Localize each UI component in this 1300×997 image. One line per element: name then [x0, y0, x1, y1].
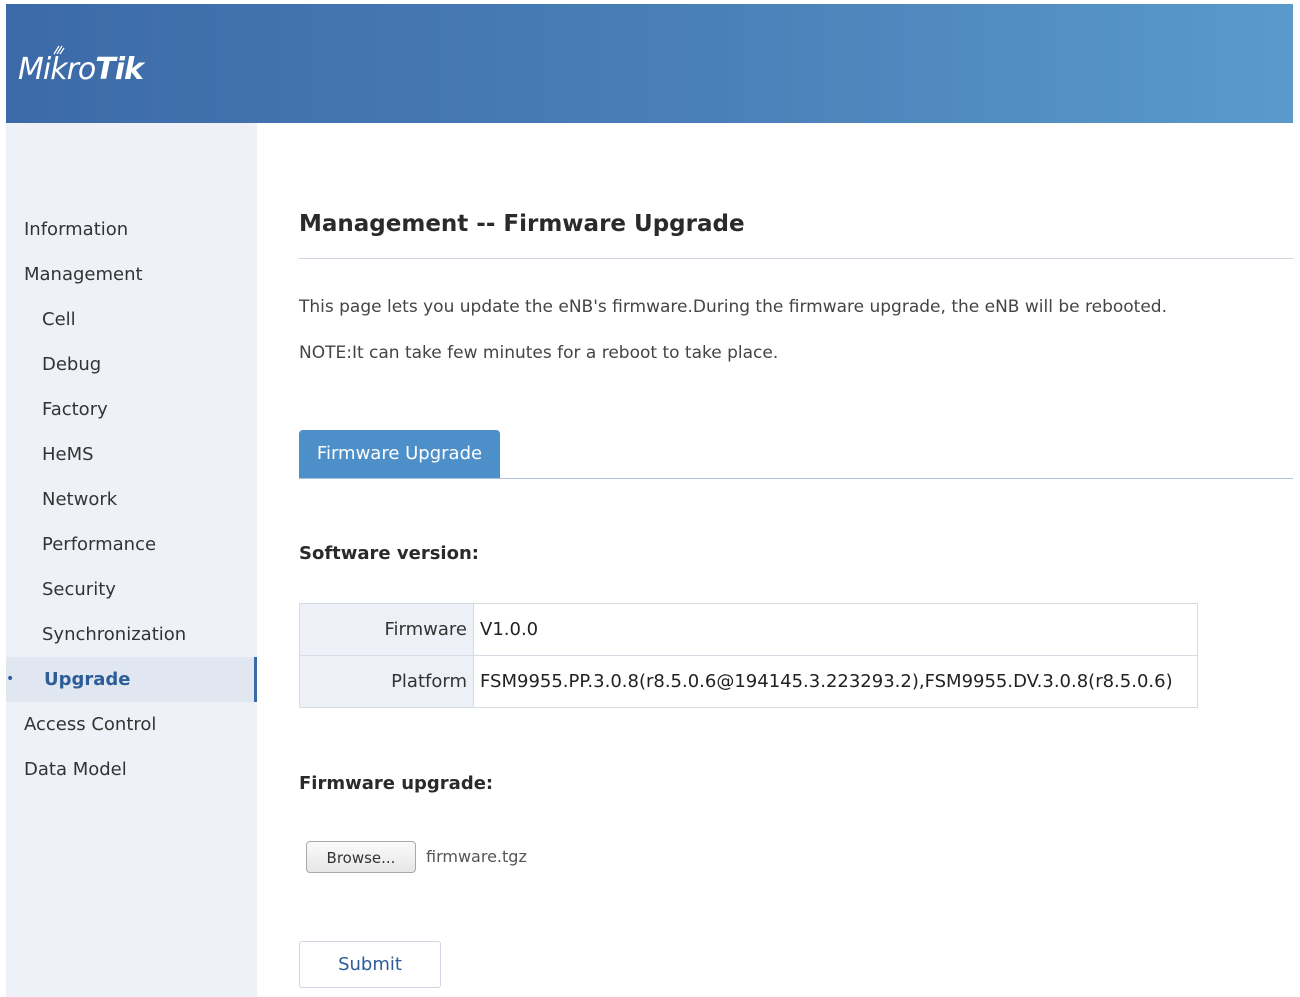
sidebar-item-label: Debug: [42, 354, 102, 375]
table-row: Platform FSM9955.PP.3.0.8(r8.5.0.6@19414…: [299, 655, 1198, 708]
platform-value: FSM9955.PP.3.0.8(r8.5.0.6@194145.3.22329…: [473, 655, 1198, 708]
sidebar-item-security[interactable]: Security: [6, 567, 257, 612]
mikrotik-logo[interactable]: MikroTik: [18, 52, 144, 87]
sidebar-item-label: HeMS: [42, 444, 94, 465]
logo-text-tik: Tik: [95, 52, 144, 87]
sidebar-item-label: Security: [42, 579, 116, 600]
platform-key: Platform: [299, 655, 474, 708]
sidebar-item-management[interactable]: Management: [6, 252, 257, 297]
table-row: Firmware V1.0.0: [299, 603, 1198, 656]
active-indicator-bar: [254, 657, 257, 702]
header-banner: MikroTik: [6, 4, 1293, 123]
software-version-table: Firmware V1.0.0 Platform FSM9955.PP.3.0.…: [299, 603, 1198, 708]
sidebar-item-label: Synchronization: [42, 624, 187, 645]
sidebar-item-label: Performance: [42, 534, 157, 555]
firmware-value: V1.0.0: [473, 603, 1198, 656]
sidebar-item-data-model[interactable]: Data Model: [6, 747, 257, 792]
sidebar-item-information[interactable]: Information: [6, 207, 257, 252]
sidebar-item-label: Cell: [42, 309, 76, 330]
sidebar-item-label: Network: [42, 489, 118, 510]
firmware-key: Firmware: [299, 603, 474, 656]
sidebar-item-upgrade[interactable]: • Upgrade: [6, 657, 257, 702]
sidebar-item-label: Data Model: [24, 759, 127, 780]
sidebar-item-hems[interactable]: HeMS: [6, 432, 257, 477]
sidebar-item-debug[interactable]: Debug: [6, 342, 257, 387]
sidebar-item-label: Management: [24, 264, 143, 285]
page-note: NOTE:It can take few minutes for a reboo…: [299, 343, 779, 363]
page-description: This page lets you update the eNB's firm…: [299, 297, 1167, 317]
browse-button[interactable]: Browse...: [306, 841, 416, 873]
sidebar-item-factory[interactable]: Factory: [6, 387, 257, 432]
logo-text-mikro: Mikro: [18, 52, 96, 87]
firmware-upgrade-heading: Firmware upgrade:: [299, 773, 494, 794]
page-title: Management -- Firmware Upgrade: [299, 211, 745, 237]
title-divider: [299, 258, 1293, 259]
sidebar-item-access-control[interactable]: Access Control: [6, 702, 257, 747]
sidebar-item-performance[interactable]: Performance: [6, 522, 257, 567]
sidebar-item-label: Information: [24, 219, 129, 240]
tab-divider: [299, 478, 1293, 479]
sidebar-item-cell[interactable]: Cell: [6, 297, 257, 342]
selected-file-name: firmware.tgz: [426, 847, 527, 866]
sidebar-nav: Information Management Cell Debug Factor…: [6, 123, 257, 997]
submit-button[interactable]: Submit: [299, 941, 441, 988]
tab-firmware-upgrade[interactable]: Firmware Upgrade: [299, 430, 500, 478]
software-version-heading: Software version:: [299, 543, 479, 564]
active-bullet-icon: •: [6, 671, 15, 687]
sidebar-item-synchronization[interactable]: Synchronization: [6, 612, 257, 657]
sidebar-item-label: Access Control: [24, 714, 157, 735]
sidebar-item-label: Factory: [42, 399, 108, 420]
logo-mark-icon: [53, 45, 65, 55]
sidebar-item-network[interactable]: Network: [6, 477, 257, 522]
sidebar-item-label: Upgrade: [44, 669, 131, 690]
